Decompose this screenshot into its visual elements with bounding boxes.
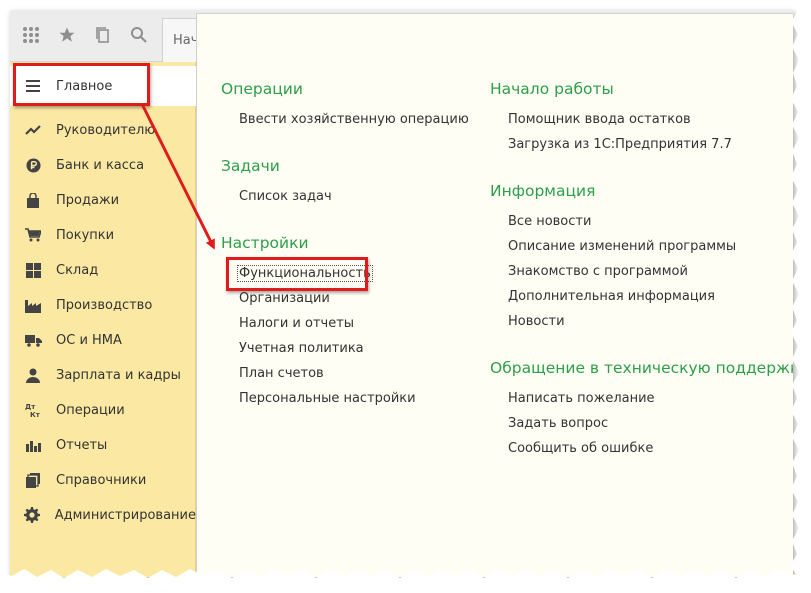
sidebar-item-sales[interactable]: Продажи [10,185,196,215]
history-icon[interactable] [90,22,116,48]
menu-lines-icon [10,79,56,93]
section-title-support: Обращение в техническую поддержку [490,359,793,377]
link-ask-question[interactable]: Задать вопрос [508,416,608,431]
sidebar-item-purchases[interactable]: Покупки [10,220,196,250]
warehouse-icon [10,262,56,278]
grid-icon[interactable] [18,22,44,48]
app-window: Нач Главное Руководителю Банк и касса Пр… [10,10,793,577]
gear-icon [10,507,55,523]
bag-icon [10,192,56,208]
sidebar-item-label: Справочники [56,472,147,488]
search-icon[interactable] [126,22,152,48]
sidebar-item-bank[interactable]: Банк и касса [10,150,196,180]
sidebar-item-label: Банк и касса [56,157,145,173]
link-taxes-reports[interactable]: Налоги и отчеты [239,316,354,331]
sidebar-item-main[interactable]: Главное [10,66,196,106]
link-accounting-policy[interactable]: Учетная политика [239,341,364,356]
section-title-tasks: Задачи [221,157,280,175]
svg-text:Дт: Дт [25,403,36,411]
link-report-error[interactable]: Сообщить об ошибке [508,441,653,456]
sidebar-item-administration[interactable]: Администрирование [10,500,196,530]
link-opening-balances-wizard[interactable]: Помощник ввода остатков [508,112,691,127]
svg-text:Кт: Кт [30,411,41,418]
sidebar-item-salary[interactable]: Зарплата и кадры [10,360,196,390]
section-menu-panel: Операции Ввести хозяйственную операцию З… [196,13,793,577]
sidebar-item-label: Покупки [56,227,115,243]
sidebar-item-label: Руководителю [56,122,156,138]
link-enter-operation[interactable]: Ввести хозяйственную операцию [239,112,469,127]
link-write-wish[interactable]: Написать пожелание [508,391,655,406]
sidebar-item-operations[interactable]: Дт Кт Операции [10,395,196,425]
bar-chart-icon [10,439,56,452]
sidebar-item-label: Главное [56,78,113,94]
link-personal-settings[interactable]: Персональные настройки [239,391,416,406]
sidebar-item-label: ОС и НМА [56,332,122,348]
link-all-news[interactable]: Все новости [508,214,591,229]
dt-kt-icon: Дт Кт [10,402,56,418]
sidebar-item-label: Склад [56,262,99,278]
link-chart-of-accounts[interactable]: План счетов [239,366,324,381]
sidebar-item-label: Зарплата и кадры [56,367,181,383]
ruble-icon [10,157,56,173]
sidebar-item-manager[interactable]: Руководителю [10,115,196,145]
person-icon [10,368,56,383]
books-icon [10,472,56,488]
section-title-settings: Настройки [221,234,309,252]
trend-icon [10,124,56,136]
sidebar-item-warehouse[interactable]: Склад [10,255,196,285]
sidebar-item-label: Производство [56,297,153,313]
link-functionality[interactable]: Функциональность [237,265,373,282]
link-program-changes[interactable]: Описание изменений программы [508,239,736,254]
link-import-from-1c77[interactable]: Загрузка из 1С:Предприятия 7.7 [508,137,732,152]
sidebar-item-label: Отчеты [56,437,108,453]
sections-sidebar: Главное Руководителю Банк и касса Продаж… [10,62,196,577]
factory-icon [10,298,56,313]
sidebar-item-reports[interactable]: Отчеты [10,430,196,460]
section-title-information: Информация [490,182,596,200]
sidebar-item-label: Администрирование [54,507,196,523]
truck-icon [10,334,56,347]
sidebar-item-catalogs[interactable]: Справочники [10,465,196,495]
sidebar-item-production[interactable]: Производство [10,290,196,320]
link-task-list[interactable]: Список задач [239,189,332,204]
link-organizations[interactable]: Организации [239,291,330,306]
cart-icon [10,228,56,242]
sidebar-item-label: Операции [56,402,125,418]
sidebar-item-label: Продажи [56,192,120,208]
sidebar-item-fixed-assets[interactable]: ОС и НМА [10,325,196,355]
link-additional-info[interactable]: Дополнительная информация [508,289,715,304]
section-title-getting-started: Начало работы [490,80,614,98]
link-program-intro[interactable]: Знакомство с программой [508,264,688,279]
link-news[interactable]: Новости [508,314,565,329]
section-title-operations: Операции [221,80,303,98]
star-icon[interactable] [54,22,80,48]
